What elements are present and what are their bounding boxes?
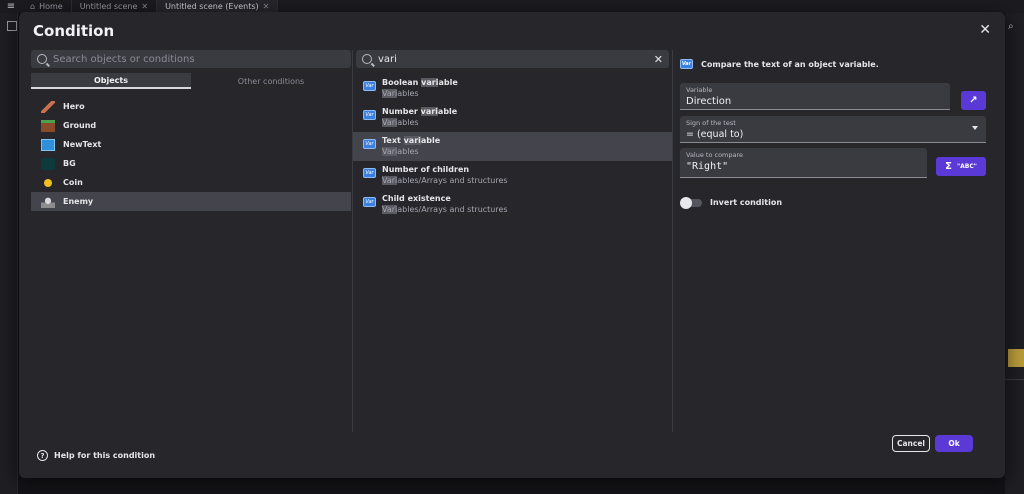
condition-dialog: Condition ✕ Objects Other conditions Her… bbox=[19, 12, 1005, 478]
object-item-enemy[interactable]: Enemy bbox=[31, 192, 351, 211]
help-icon: ? bbox=[37, 450, 48, 461]
object-item-bg[interactable]: BG bbox=[31, 154, 351, 173]
external-link-icon: ↗ bbox=[969, 95, 978, 106]
help-link[interactable]: ? Help for this condition bbox=[37, 450, 155, 461]
editor-left-toolbar bbox=[0, 13, 18, 494]
toggle-switch[interactable] bbox=[680, 196, 702, 209]
condition-item-number-of-children[interactable]: Var Number of children Variables/Arrays … bbox=[353, 161, 672, 190]
sign-of-test-select[interactable]: Sign of the test = (equal to) bbox=[680, 116, 986, 143]
object-item-hero[interactable]: Hero bbox=[31, 97, 351, 116]
text-object-icon bbox=[41, 138, 55, 151]
search-icon bbox=[362, 54, 372, 64]
condition-list: Var Boolean variable Variables Var Numbe… bbox=[353, 74, 672, 219]
hamburger-menu-icon[interactable]: ≡ bbox=[0, 1, 22, 12]
scene-thumbnail bbox=[1008, 349, 1024, 367]
search-icon[interactable]: ⌕ bbox=[1008, 21, 1014, 32]
object-item-ground[interactable]: Ground bbox=[31, 116, 351, 135]
panel-icon[interactable] bbox=[7, 21, 17, 31]
close-icon[interactable]: ✕ bbox=[141, 2, 148, 11]
tab-other-conditions[interactable]: Other conditions bbox=[191, 73, 351, 89]
object-item-coin[interactable]: Coin bbox=[31, 173, 351, 192]
condition-item-boolean-variable[interactable]: Var Boolean variable Variables bbox=[353, 74, 672, 103]
objects-column: Objects Other conditions Hero Ground New… bbox=[31, 50, 351, 432]
condition-description: Var Compare the text of an object variab… bbox=[680, 59, 879, 69]
expression-editor-button[interactable]: Σ "ABC" bbox=[936, 157, 986, 176]
ground-tile-icon bbox=[41, 119, 55, 132]
conditions-column: ✕ Var Boolean variable Variables Var Num… bbox=[352, 50, 673, 432]
variable-icon: Var bbox=[363, 139, 376, 149]
cancel-button[interactable]: Cancel bbox=[892, 435, 930, 452]
ok-button[interactable]: Ok bbox=[935, 435, 973, 452]
coin-icon bbox=[44, 178, 52, 187]
invert-condition-toggle[interactable]: Invert condition bbox=[680, 196, 782, 209]
clear-search-icon[interactable]: ✕ bbox=[654, 53, 663, 66]
object-item-newtext[interactable]: NewText bbox=[31, 135, 351, 154]
enemy-sprite-icon bbox=[41, 195, 55, 208]
editor-right-panel: ⌕ bbox=[1005, 13, 1024, 494]
condition-search-input[interactable] bbox=[378, 53, 648, 65]
close-dialog-icon[interactable]: ✕ bbox=[979, 22, 991, 38]
condition-search-box[interactable]: ✕ bbox=[356, 50, 669, 68]
variable-icon: Var bbox=[363, 197, 376, 207]
variable-icon: Var bbox=[363, 81, 376, 91]
hero-sprite-icon bbox=[41, 100, 55, 113]
parameters-column: Var Compare the text of an object variab… bbox=[674, 50, 994, 432]
object-search-input[interactable] bbox=[53, 53, 345, 65]
variable-icon: Var bbox=[680, 59, 693, 69]
value-to-compare-field[interactable]: Value to compare "Right" bbox=[680, 148, 927, 178]
divider bbox=[1005, 379, 1024, 380]
object-search-box[interactable] bbox=[31, 50, 351, 68]
variable-field[interactable]: Variable Direction bbox=[680, 83, 950, 110]
background-icon bbox=[41, 157, 55, 170]
object-list: Hero Ground NewText BG Coin Enemy bbox=[31, 97, 351, 211]
object-tabs: Objects Other conditions bbox=[31, 73, 351, 89]
open-variables-button[interactable]: ↗ bbox=[961, 91, 986, 110]
close-icon[interactable]: ✕ bbox=[263, 2, 270, 11]
condition-item-text-variable[interactable]: Var Text variable Variables bbox=[353, 132, 672, 161]
sigma-icon: Σ bbox=[945, 161, 952, 172]
search-icon bbox=[37, 54, 47, 64]
dialog-title: Condition bbox=[33, 22, 115, 40]
condition-item-child-existence[interactable]: Var Child existence Variables/Arrays and… bbox=[353, 190, 672, 219]
chevron-down-icon bbox=[972, 126, 978, 130]
home-icon: ⌂ bbox=[30, 2, 36, 11]
tab-objects[interactable]: Objects bbox=[31, 73, 191, 89]
condition-item-number-variable[interactable]: Var Number variable Variables bbox=[353, 103, 672, 132]
variable-icon: Var bbox=[363, 110, 376, 120]
variable-icon: Var bbox=[363, 168, 376, 178]
